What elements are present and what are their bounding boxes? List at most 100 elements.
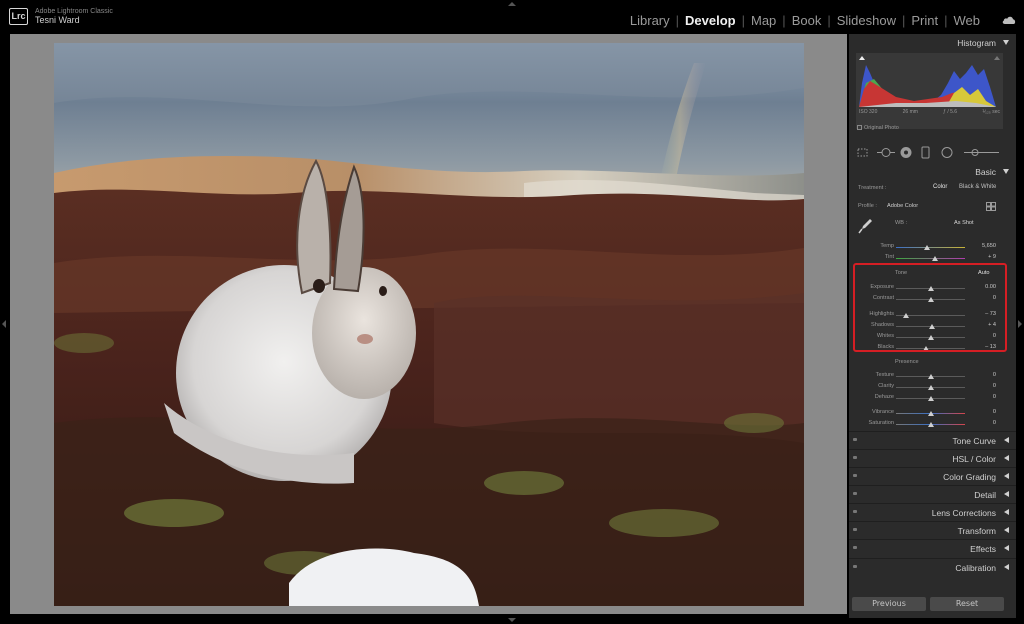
treatment-label: Treatment : [858, 185, 887, 191]
module-develop[interactable]: Develop [685, 13, 736, 28]
panel-header-hsl-color[interactable]: HSL / Color [849, 449, 1016, 467]
clarity-slider-row: Clarity 0 [849, 383, 1016, 393]
panel-header-calibration[interactable]: Calibration [849, 558, 1016, 576]
profile-dropdown[interactable]: Adobe Color [887, 203, 918, 209]
module-separator: | [741, 13, 745, 28]
clarity-slider-thumb[interactable] [927, 385, 934, 390]
expand-triangle-icon [1004, 437, 1009, 443]
clarity-value[interactable]: 0 [993, 383, 996, 389]
original-photo-checkbox[interactable]: Original Photo [857, 125, 899, 131]
dehaze-value[interactable]: 0 [993, 394, 996, 400]
panel-header-detail[interactable]: Detail [849, 485, 1016, 503]
module-separator: | [944, 13, 948, 28]
treatment-bw-button[interactable]: Black & White [955, 183, 1000, 191]
panel-header-effects[interactable]: Effects [849, 539, 1016, 557]
temp-slider-track[interactable] [896, 247, 965, 248]
panel-switch-icon[interactable] [853, 565, 857, 568]
wb-row: WB : As Shot [849, 220, 1016, 230]
module-separator: | [901, 13, 906, 28]
panel-title: Calibration [955, 563, 996, 573]
panel-switch-icon[interactable] [853, 528, 857, 531]
tint-slider-thumb[interactable] [931, 256, 938, 261]
collapse-left-panel-arrow[interactable] [2, 320, 6, 328]
expand-triangle-icon [1004, 491, 1009, 497]
panel-header-tone-curve[interactable]: Tone Curve [849, 431, 1016, 449]
module-book[interactable]: Book [792, 13, 822, 28]
temp-slider-thumb[interactable] [924, 245, 931, 250]
previous-button[interactable]: Previous [852, 597, 926, 611]
aperture-value: ƒ / 5.6 [943, 109, 958, 115]
profile-browser-icon[interactable] [986, 202, 996, 211]
tint-label: Tint [884, 254, 894, 260]
collapse-filmstrip-arrow[interactable] [508, 618, 516, 622]
identity-plate: Tesni Ward [35, 15, 80, 25]
highlight-clipping-icon[interactable] [994, 56, 1000, 60]
expand-triangle-icon [1004, 509, 1009, 515]
temp-value[interactable]: 5,650 [982, 243, 996, 249]
expand-triangle-icon [1004, 564, 1009, 570]
module-bar: Lrc Adobe Lightroom Classic Tesni Ward L… [0, 0, 1024, 33]
module-library[interactable]: Library [630, 13, 670, 28]
panel-switch-icon[interactable] [853, 474, 857, 477]
tool-strip-icons [857, 146, 999, 159]
reset-button[interactable]: Reset [930, 597, 1004, 611]
panel-title: Effects [970, 544, 996, 554]
treatment-color-button[interactable]: Color [929, 183, 951, 191]
dehaze-slider-row: Dehaze 0 [849, 394, 1016, 404]
profile-row: Profile : Adobe Color [849, 202, 1016, 212]
focal-length-value: 26 mm [902, 109, 918, 115]
panel-switch-icon[interactable] [853, 546, 857, 549]
expand-triangle-icon [1004, 473, 1009, 479]
texture-slider-thumb[interactable] [927, 374, 934, 379]
shadow-clipping-icon[interactable] [859, 56, 865, 60]
lrc-logo-icon: Lrc [9, 8, 28, 25]
texture-value[interactable]: 0 [993, 372, 996, 378]
exif-info: ISO 320 26 mm ƒ / 5.6 ⅟₁₂₅ sec [856, 109, 1003, 115]
saturation-value[interactable]: 0 [993, 420, 996, 426]
module-slideshow[interactable]: Slideshow [837, 13, 896, 28]
panel-header-lens-corrections[interactable]: Lens Corrections [849, 503, 1016, 521]
basic-title: Basic [975, 167, 996, 177]
panel-switch-icon[interactable] [853, 492, 857, 495]
collapse-right-panel-arrow[interactable] [1018, 320, 1022, 328]
vibrance-slider-thumb[interactable] [927, 411, 934, 416]
panel-switch-icon[interactable] [853, 438, 857, 441]
module-separator: | [782, 13, 786, 28]
checkbox-icon [857, 125, 862, 130]
iso-value: ISO 320 [859, 109, 878, 115]
expand-triangle-icon [1004, 455, 1009, 461]
treatment-row: Treatment : Color Black & White [849, 184, 1016, 194]
vibrance-slider-row: Vibrance 0 [849, 409, 1016, 419]
wb-dropdown[interactable]: As Shot [954, 220, 974, 226]
tint-value[interactable]: + 9 [988, 254, 996, 260]
panel-title: Color Grading [943, 472, 996, 482]
tone-highlight-annotation [853, 263, 1007, 352]
previous-reset-bar: Previous Reset [849, 594, 1016, 616]
panel-switch-icon[interactable] [853, 510, 857, 513]
panel-header-color-grading[interactable]: Color Grading [849, 467, 1016, 485]
presence-label: Presence [895, 359, 919, 365]
module-map[interactable]: Map [751, 13, 776, 28]
module-web[interactable]: Web [954, 13, 981, 28]
vibrance-value[interactable]: 0 [993, 409, 996, 415]
saturation-slider-thumb[interactable] [927, 422, 934, 427]
temp-label: Temp [880, 243, 894, 249]
dehaze-slider-thumb[interactable] [927, 396, 934, 401]
panel-switch-icon[interactable] [853, 456, 857, 459]
panel-title: Detail [974, 490, 996, 500]
panel-header-transform[interactable]: Transform [849, 521, 1016, 539]
original-photo-label: Original Photo [864, 125, 899, 131]
clarity-label: Clarity [878, 383, 894, 389]
cloud-icon[interactable] [1002, 15, 1016, 24]
histogram-panel-header[interactable]: Histogram [849, 34, 1016, 52]
tint-slider-track[interactable] [896, 258, 965, 259]
histogram-graph[interactable] [856, 53, 1003, 129]
module-print[interactable]: Print [911, 13, 938, 28]
collapse-top-panel-arrow[interactable] [508, 2, 516, 6]
saturation-label: Saturation [868, 420, 895, 426]
basic-panel-header[interactable]: Basic [849, 163, 1016, 181]
photo-canvas[interactable] [10, 34, 847, 614]
wb-label: WB : [895, 220, 908, 226]
vibrance-label: Vibrance [872, 409, 894, 415]
module-separator: | [827, 13, 831, 28]
